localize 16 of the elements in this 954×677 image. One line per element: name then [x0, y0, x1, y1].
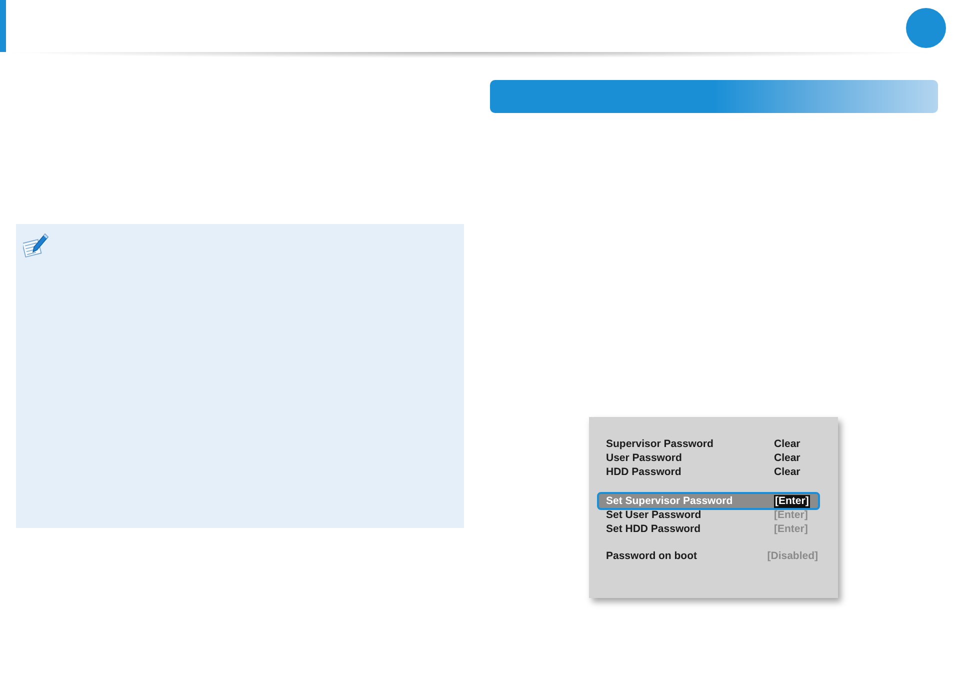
bios-setting-value: Clear [774, 452, 800, 464]
bios-setting-label[interactable]: Set User Password [606, 508, 774, 522]
bios-setting-value: [Enter] [774, 494, 810, 508]
bios-setting-label[interactable]: HDD Password [606, 466, 774, 478]
bios-setting-label[interactable]: Supervisor Password [606, 438, 774, 450]
bios-setting-value: Clear [774, 466, 800, 478]
bios-setting-label[interactable]: Set HDD Password [606, 522, 774, 536]
bios-setting-value: [Enter] [774, 508, 808, 522]
bios-setting-label[interactable]: User Password [606, 452, 774, 464]
bios-setting-value: [Disabled] [767, 550, 818, 562]
bios-setting-value: Clear [774, 438, 800, 450]
bios-setting-label[interactable]: Password on boot [606, 550, 768, 562]
page-circle-icon [906, 8, 946, 48]
note-pencil-icon [23, 233, 49, 258]
header-stripe [0, 0, 6, 52]
bios-setting-value: [Enter] [774, 522, 808, 536]
